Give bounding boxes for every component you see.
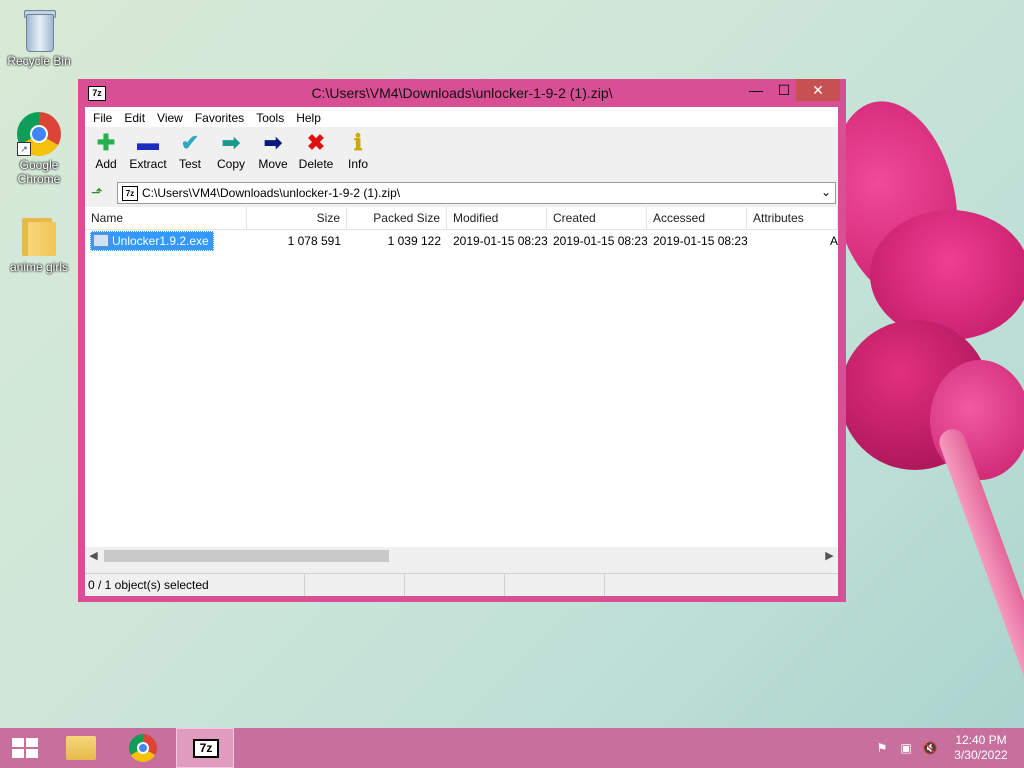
add-icon: ✚	[96, 130, 116, 155]
desktop-icon-label: Recycle Bin	[7, 54, 71, 68]
folder-icon	[20, 214, 58, 258]
table-row[interactable]: Unlocker1.9.2.exe 1 078 591 1 039 122 20…	[85, 231, 838, 251]
column-header-size[interactable]: Size	[247, 207, 347, 229]
status-panel	[505, 574, 605, 596]
cell-created: 2019-01-15 08:23	[553, 234, 647, 248]
wallpaper-petal	[870, 210, 1024, 340]
start-button[interactable]	[0, 728, 52, 768]
info-icon: ℹ	[353, 130, 363, 155]
desktop-icon-google-chrome[interactable]: ↗ Google Chrome	[3, 112, 75, 186]
info-button[interactable]: ℹ Info	[343, 130, 373, 172]
file-list[interactable]: Name Size Packed Size Modified Created A…	[85, 207, 838, 547]
copy-button[interactable]: ➡ Copy	[214, 130, 248, 172]
menu-help[interactable]: Help	[290, 107, 327, 129]
menu-file[interactable]: File	[87, 107, 118, 129]
cell-name[interactable]: Unlocker1.9.2.exe	[85, 231, 247, 251]
menu-edit[interactable]: Edit	[118, 107, 151, 129]
file-name: Unlocker1.9.2.exe	[112, 234, 209, 248]
delete-button[interactable]: ✖ Delete	[296, 130, 336, 172]
test-button[interactable]: ✔ Test	[175, 130, 205, 172]
cell-attributes: A	[829, 234, 838, 248]
extract-label: Extract	[129, 157, 167, 171]
column-header-packed-size[interactable]: Packed Size	[347, 207, 447, 229]
status-bar: 0 / 1 object(s) selected	[85, 573, 838, 596]
clock-date: 3/30/2022	[954, 748, 1008, 762]
menu-bar: File Edit View Favorites Tools Help	[85, 107, 838, 127]
scroll-left-icon[interactable]: ◀	[85, 547, 102, 565]
chevron-down-icon[interactable]: ⌄	[821, 185, 831, 199]
address-row: ⬏ 7z C:\Users\VM4\Downloads\unlocker-1-9…	[85, 181, 838, 205]
status-panel	[305, 574, 405, 596]
menu-tools[interactable]: Tools	[250, 107, 290, 129]
shortcut-arrow-icon: ↗	[17, 142, 31, 156]
taskbar-7zip[interactable]: 7z	[176, 728, 234, 768]
delete-label: Delete	[298, 157, 334, 171]
action-center-flag-icon[interactable]: ⚑	[874, 740, 890, 756]
taskbar: 7z ⚑ ▣ 🔇 12:40 PM 3/30/2022	[0, 728, 1024, 768]
add-button[interactable]: ✚ Add	[91, 130, 121, 172]
column-header-accessed[interactable]: Accessed	[647, 207, 747, 229]
minimize-button[interactable]: —	[742, 79, 770, 101]
address-path[interactable]: C:\Users\VM4\Downloads\unlocker-1-9-2 (1…	[142, 186, 400, 200]
cell-size: 1 078 591	[287, 234, 341, 248]
recycle-bin-icon	[22, 8, 56, 52]
network-icon[interactable]: ▣	[898, 740, 914, 756]
7zip-window: 7z C:\Users\VM4\Downloads\unlocker-1-9-2…	[78, 79, 846, 602]
status-panel	[405, 574, 505, 596]
desktop-icon-label: Google Chrome	[17, 158, 61, 186]
chrome-icon	[129, 734, 157, 762]
window-title: C:\Users\VM4\Downloads\unlocker-1-9-2 (1…	[311, 85, 613, 101]
desktop-icon-recycle-bin[interactable]: Recycle Bin	[3, 8, 75, 68]
column-header-attributes[interactable]: Attributes	[747, 207, 838, 229]
extract-button[interactable]: ▬ Extract	[127, 130, 169, 172]
7zip-icon: 7z	[193, 739, 219, 758]
desktop-icon-label: anime girls	[9, 260, 69, 274]
menu-favorites[interactable]: Favorites	[189, 107, 250, 129]
desktop-icon-anime-girls[interactable]: anime girls	[3, 214, 75, 274]
up-folder-icon[interactable]: ⬏	[91, 184, 107, 200]
copy-label: Copy	[216, 157, 245, 171]
taskbar-chrome[interactable]	[116, 728, 168, 768]
archive-icon: 7z	[122, 186, 138, 201]
copy-icon: ➡	[221, 130, 241, 155]
test-icon: ✔	[180, 130, 200, 155]
column-header-row: Name Size Packed Size Modified Created A…	[85, 207, 838, 230]
column-header-modified[interactable]: Modified	[447, 207, 547, 229]
test-label: Test	[178, 157, 201, 171]
close-button[interactable]: ✕	[796, 79, 840, 101]
column-header-name[interactable]: Name	[85, 207, 247, 229]
wallpaper-petal	[930, 360, 1024, 480]
address-bar[interactable]: 7z C:\Users\VM4\Downloads\unlocker-1-9-2…	[117, 182, 836, 204]
delete-icon: ✖	[306, 130, 326, 155]
title-bar[interactable]: 7z C:\Users\VM4\Downloads\unlocker-1-9-2…	[78, 79, 846, 107]
add-label: Add	[95, 157, 117, 171]
scrollbar-thumb[interactable]	[104, 550, 389, 562]
window-client: File Edit View Favorites Tools Help ✚ Add ▬ E…	[85, 107, 838, 596]
clock-time: 12:40 PM	[955, 733, 1007, 747]
folder-icon	[66, 736, 96, 760]
chrome-icon: ↗	[17, 112, 61, 156]
cell-accessed: 2019-01-15 08:23	[653, 234, 747, 248]
column-header-created[interactable]: Created	[547, 207, 647, 229]
move-label: Move	[258, 157, 288, 171]
extract-icon: ▬	[137, 130, 159, 155]
toolbar: ✚ Add ▬ Extract ✔ Test ➡ Copy ➡ Move ✖ D…	[85, 128, 838, 180]
taskbar-file-explorer[interactable]	[56, 728, 108, 768]
horizontal-scrollbar[interactable]: ◀ ▶	[85, 547, 838, 565]
move-button[interactable]: ➡ Move	[255, 130, 291, 172]
menu-view[interactable]: View	[151, 107, 189, 129]
scroll-right-icon[interactable]: ▶	[821, 547, 838, 565]
exe-file-icon	[93, 234, 109, 247]
maximize-button[interactable]: ☐	[770, 79, 798, 101]
info-label: Info	[347, 157, 368, 171]
cell-packed-size: 1 039 122	[387, 234, 441, 248]
move-icon: ➡	[263, 130, 283, 155]
cell-modified: 2019-01-15 08:23	[453, 234, 547, 248]
taskbar-clock[interactable]: 12:40 PM 3/30/2022	[950, 733, 1012, 763]
status-selection: 0 / 1 object(s) selected	[85, 574, 305, 596]
windows-logo-icon	[12, 738, 38, 758]
volume-muted-icon[interactable]: 🔇	[922, 740, 938, 756]
